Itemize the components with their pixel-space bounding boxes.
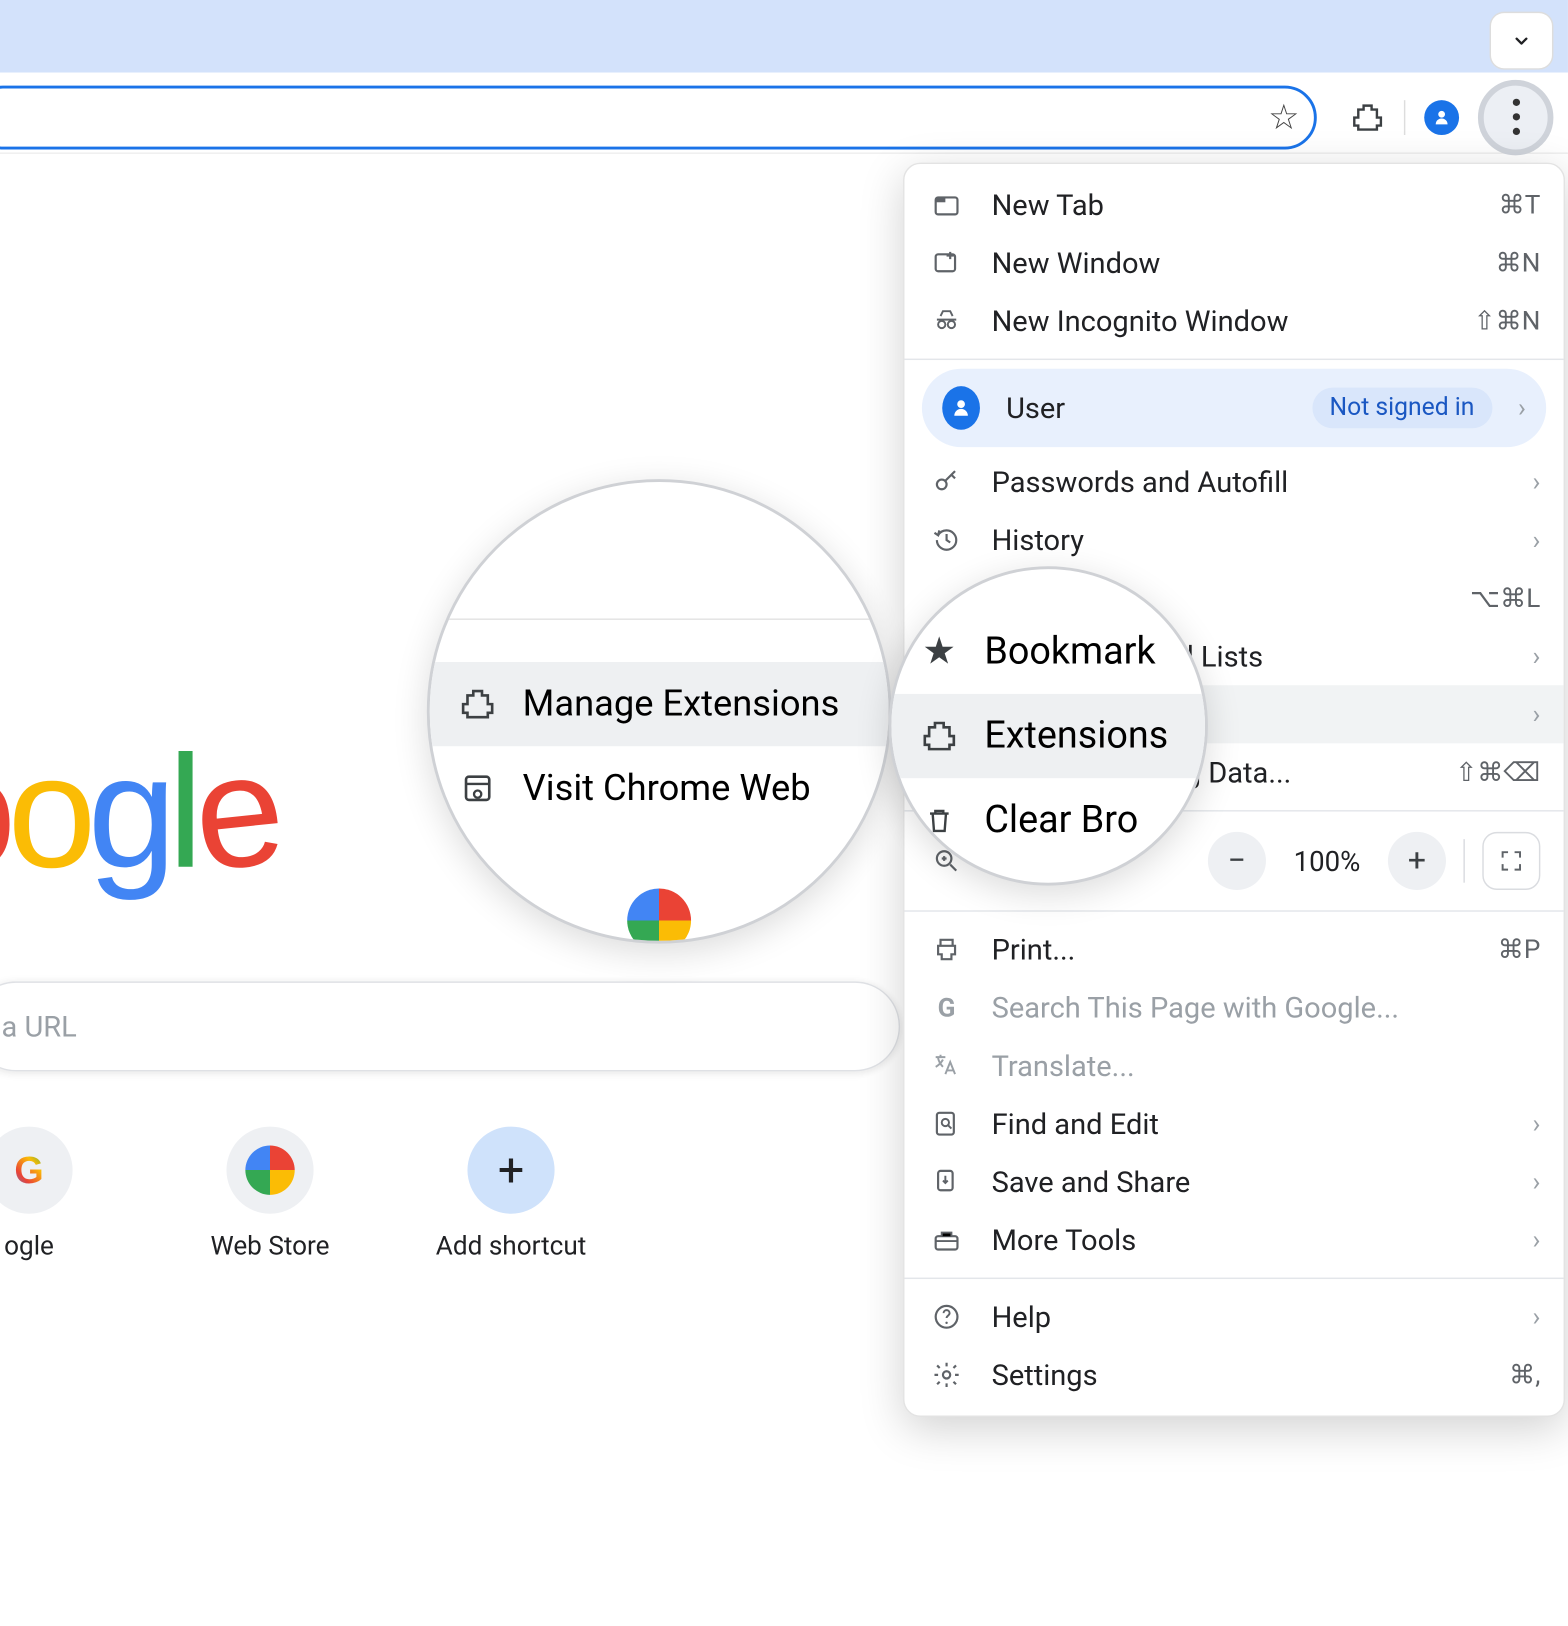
save-icon <box>928 1167 966 1196</box>
webstore-icon <box>456 771 500 806</box>
fullscreen-button[interactable] <box>1482 832 1540 890</box>
help-icon <box>928 1302 966 1331</box>
toolbox-icon <box>928 1225 966 1254</box>
chevron-down-icon <box>1510 29 1533 52</box>
menu-history[interactable]: History › <box>904 511 1563 569</box>
mag-bookmark[interactable]: ★ Bookmark <box>891 610 1205 694</box>
signin-badge: Not signed in <box>1312 388 1492 429</box>
menu-new-tab[interactable]: New Tab ⌘T <box>904 176 1563 234</box>
chevron-right-icon: › <box>1533 1225 1541 1255</box>
magnifier-menu: ★ Bookmark Extensions Clear Bro <box>889 566 1208 885</box>
chevron-right-icon: › <box>1533 1167 1541 1197</box>
shortcut-add[interactable]: + Add shortcut <box>453 1127 569 1262</box>
history-icon <box>928 526 966 555</box>
chevron-right-icon: › <box>1533 699 1541 729</box>
chevron-right-icon: › <box>1533 1108 1541 1138</box>
magnifier-submenu: Manage Extensions Visit Chrome Web <box>427 479 892 944</box>
address-bar[interactable]: ☆ <box>0 85 1317 149</box>
key-icon <box>928 467 966 496</box>
menu-help[interactable]: Help › <box>904 1288 1563 1346</box>
print-icon <box>928 935 966 964</box>
window-icon <box>928 248 966 277</box>
chrome-icon <box>245 1145 294 1194</box>
menu-passwords[interactable]: Passwords and Autofill › <box>904 453 1563 511</box>
menu-print[interactable]: Print... ⌘P <box>904 920 1563 978</box>
shortcuts-row: G ogle Web Store + Add shortcut <box>0 1127 569 1262</box>
shortcut-web-store[interactable]: Web Store <box>212 1127 328 1262</box>
profile-avatar[interactable] <box>1417 92 1466 141</box>
chevron-right-icon: › <box>1518 393 1526 423</box>
menu-search-page: G Search This Page with Google... <box>904 979 1563 1037</box>
chevron-right-icon: › <box>1533 641 1541 671</box>
menu-user[interactable]: User Not signed in › <box>922 369 1546 447</box>
submenu-visit-web-store[interactable]: Visit Chrome Web <box>430 746 889 830</box>
star-icon: ★ <box>918 630 962 674</box>
puzzle-icon <box>456 687 500 722</box>
menu-save-share[interactable]: Save and Share › <box>904 1153 1563 1211</box>
menu-translate: Translate... <box>904 1037 1563 1095</box>
chevron-right-icon: › <box>1533 525 1541 555</box>
menu-more-tools[interactable]: More Tools › <box>904 1211 1563 1269</box>
dots-vertical-icon <box>1512 99 1519 106</box>
gear-icon <box>928 1360 966 1389</box>
plus-icon: + <box>467 1127 554 1214</box>
google-logo: oogle <box>0 720 275 904</box>
extensions-icon[interactable] <box>1343 92 1392 141</box>
tab-icon <box>928 190 966 219</box>
chevron-right-icon: › <box>1533 1302 1541 1332</box>
person-icon <box>942 386 980 430</box>
menu-settings[interactable]: Settings ⌘, <box>904 1346 1563 1404</box>
submenu-manage-extensions[interactable]: Manage Extensions <box>430 662 889 746</box>
mag-extensions[interactable]: Extensions <box>891 694 1205 778</box>
star-icon[interactable]: ☆ <box>1268 97 1299 138</box>
menu-find-edit[interactable]: Find and Edit › <box>904 1095 1563 1153</box>
zoom-out-button[interactable]: − <box>1208 832 1266 890</box>
zoom-in-button[interactable]: + <box>1388 832 1446 890</box>
chrome-icon <box>627 889 691 944</box>
search-input[interactable]: a URL <box>0 981 900 1071</box>
more-menu-button[interactable] <box>1478 79 1553 154</box>
search-placeholder: a URL <box>1 1009 76 1044</box>
chevron-down-button[interactable] <box>1490 12 1554 70</box>
menu-separator <box>904 1278 1563 1279</box>
find-icon <box>928 1109 966 1138</box>
shortcut-google[interactable]: G ogle <box>0 1127 87 1262</box>
incognito-icon <box>928 306 966 335</box>
menu-incognito[interactable]: New Incognito Window ⇧⌘N <box>904 292 1563 350</box>
tab-strip <box>0 0 1568 73</box>
toolbar-divider <box>1404 99 1405 134</box>
google-g-icon: G <box>928 992 966 1022</box>
menu-separator <box>904 910 1563 911</box>
menu-separator <box>904 359 1563 360</box>
menu-new-window[interactable]: New Window ⌘N <box>904 234 1563 292</box>
chevron-right-icon: › <box>1533 467 1541 497</box>
puzzle-icon <box>918 719 962 754</box>
translate-icon <box>928 1051 966 1080</box>
browser-toolbar: ☆ <box>0 73 1568 154</box>
zoom-value: 100% <box>1283 844 1370 877</box>
